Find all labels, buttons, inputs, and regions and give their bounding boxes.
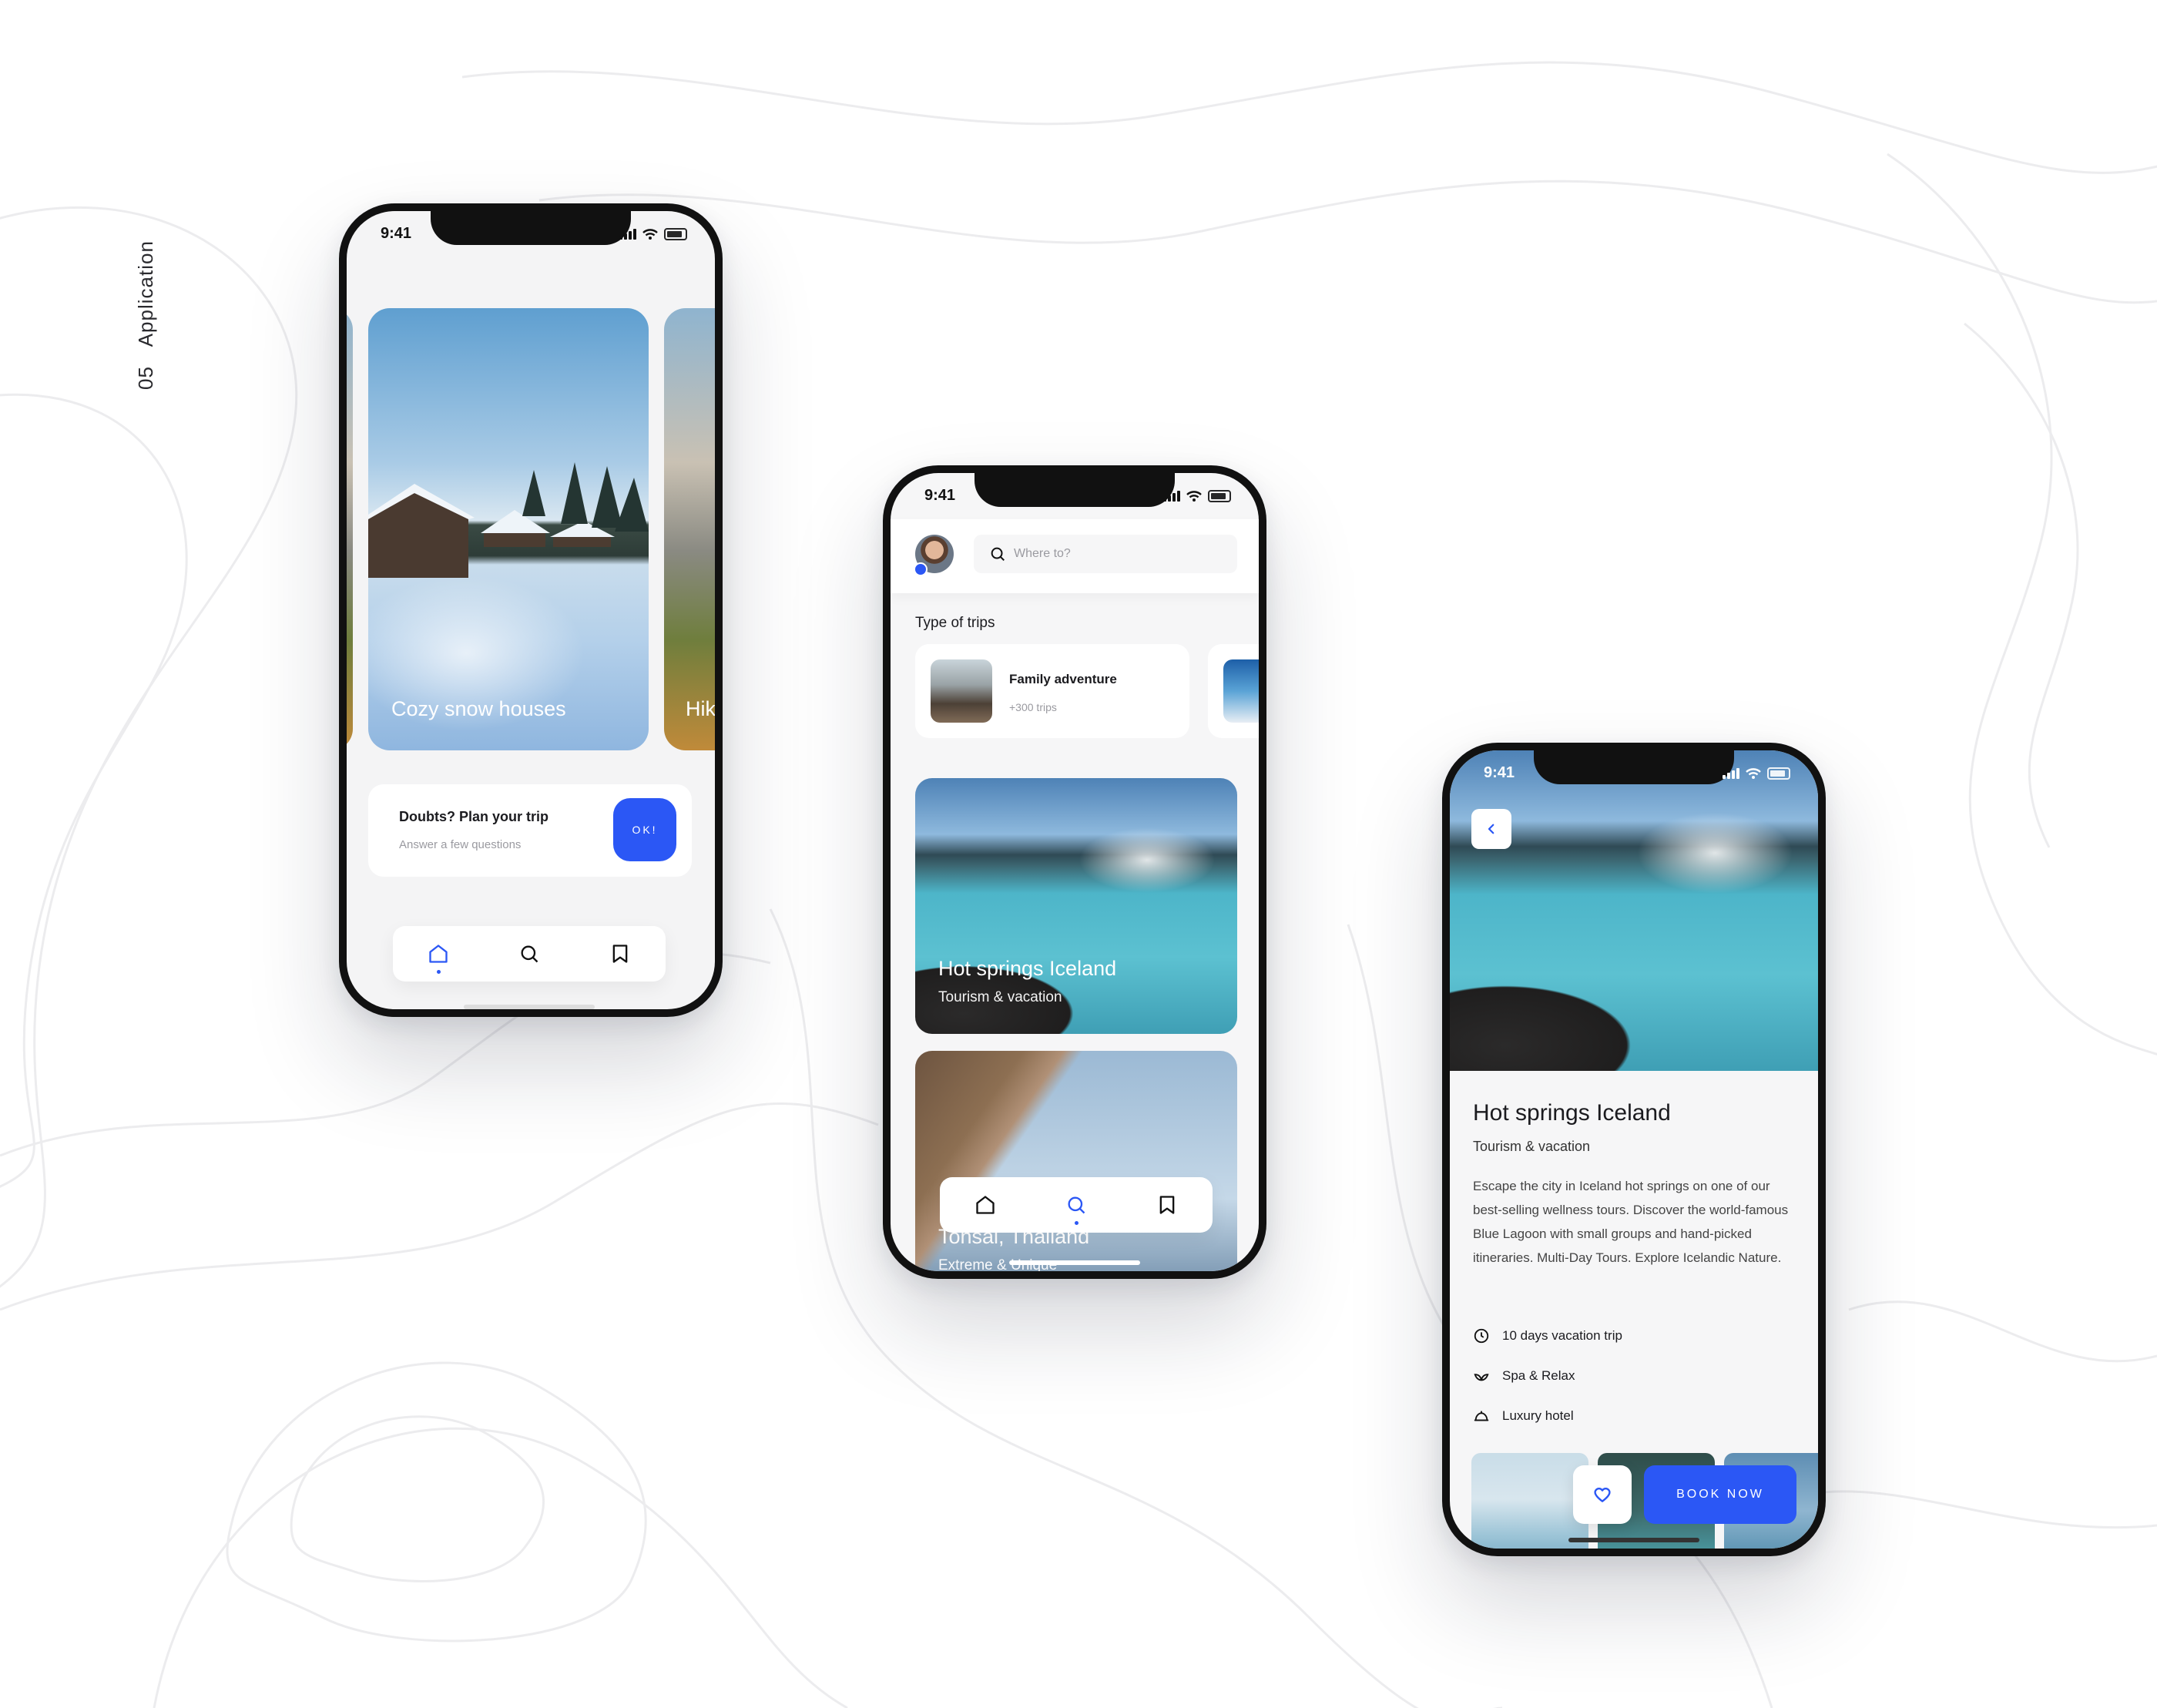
tab-search[interactable] xyxy=(1055,1183,1098,1226)
feature-item: Luxury hotel xyxy=(1473,1396,1796,1436)
back-button[interactable] xyxy=(1471,809,1511,849)
phone-search: 9:41 Where to? Type of trips Family adve… xyxy=(883,465,1266,1279)
spa-leaf-icon xyxy=(1474,1374,1489,1381)
wifi-icon xyxy=(1186,491,1202,502)
home-indicator xyxy=(1009,1260,1140,1265)
battery-icon xyxy=(1208,490,1231,502)
phone-detail-screen: 9:41 Hot springs Iceland Tourism & vacat… xyxy=(1450,750,1818,1549)
destination-card-thailand[interactable]: Tonsai, Thailand Extreme & Unique xyxy=(915,1051,1237,1271)
feature-item: 10 days vacation trip xyxy=(1473,1316,1796,1356)
snow-house-illustration xyxy=(368,462,649,578)
clock-icon xyxy=(1474,1328,1489,1344)
section-number: 05 xyxy=(134,366,157,390)
tab-bookmarks[interactable] xyxy=(1146,1183,1189,1226)
tab-home[interactable] xyxy=(417,932,460,975)
carousel-card-snow[interactable]: Cozy snow houses xyxy=(368,308,649,750)
trip-type-thumbnail xyxy=(1223,659,1259,723)
bookmark-icon xyxy=(612,945,628,963)
search-bar[interactable]: Where to? xyxy=(974,535,1237,573)
home-indicator xyxy=(464,1005,595,1009)
detail-title: Hot springs Iceland xyxy=(1473,1100,1671,1126)
section-title: Application xyxy=(134,240,157,347)
plan-trip-subtitle: Answer a few questions xyxy=(399,838,522,851)
plan-trip-card: Doubts? Plan your trip Answer a few ques… xyxy=(368,784,692,877)
home-icon xyxy=(429,945,448,963)
carousel-card-previous[interactable] xyxy=(347,308,353,750)
feature-list: 10 days vacation trip Spa & Relax Luxury… xyxy=(1473,1316,1796,1436)
wifi-icon xyxy=(1746,768,1761,779)
detail-description: Escape the city in Iceland hot springs o… xyxy=(1473,1179,1789,1265)
feature-label: Spa & Relax xyxy=(1502,1368,1575,1383)
detail-subtitle: Tourism & vacation xyxy=(1473,1139,1591,1154)
signal-icon xyxy=(1163,491,1180,502)
active-tab-dot xyxy=(436,970,441,974)
wifi-icon xyxy=(642,229,658,240)
search-icon xyxy=(1068,1196,1085,1214)
phone-home-screen: 9:41 Cozy snow houses Hik Doubts? Plan y… xyxy=(347,211,715,1009)
status-time: 9:41 xyxy=(1484,764,1515,781)
trip-type-title: Family adventure xyxy=(1009,672,1117,686)
trip-type-count: +300 trips xyxy=(1009,701,1057,713)
tab-home[interactable] xyxy=(964,1183,1007,1226)
active-tab-dot xyxy=(1074,1221,1078,1225)
status-bar: 9:41 xyxy=(891,487,1259,510)
status-time: 9:41 xyxy=(924,487,956,504)
search-icon xyxy=(991,547,1005,561)
battery-icon xyxy=(664,228,687,240)
tab-bookmarks[interactable] xyxy=(599,932,642,975)
hotel-bell-icon xyxy=(1474,1411,1489,1421)
home-icon xyxy=(976,1196,995,1214)
bottom-tab-bar xyxy=(393,926,666,982)
tab-search[interactable] xyxy=(508,932,551,975)
battery-icon xyxy=(1767,767,1790,780)
trip-types-heading: Type of trips xyxy=(915,615,995,631)
status-time: 9:41 xyxy=(381,225,412,242)
favorite-button[interactable] xyxy=(1573,1465,1632,1524)
search-header: Where to? xyxy=(891,519,1259,593)
carousel-card-title: Hik xyxy=(686,697,715,720)
carousel-card-hiking[interactable]: Hik xyxy=(664,308,715,750)
phone-detail: 9:41 Hot springs Iceland Tourism & vacat… xyxy=(1442,743,1826,1556)
trip-type-card-next[interactable] xyxy=(1208,644,1259,738)
plan-ok-button[interactable]: OK! xyxy=(613,798,676,861)
gallery-thumbnail[interactable] xyxy=(1471,1453,1588,1549)
status-bar: 9:41 xyxy=(347,225,715,248)
heart-icon xyxy=(1594,1487,1611,1502)
feature-item: Spa & Relax xyxy=(1473,1356,1796,1396)
search-input[interactable]: Where to? xyxy=(1014,547,1071,561)
chevron-left-icon xyxy=(1488,824,1494,834)
signal-icon xyxy=(1723,768,1739,779)
bottom-tab-bar xyxy=(940,1177,1213,1233)
detail-hero-image xyxy=(1450,750,1818,1071)
feature-label: 10 days vacation trip xyxy=(1502,1328,1622,1343)
destination-card-iceland[interactable]: Hot springs Iceland Tourism & vacation xyxy=(915,778,1237,1034)
phone-home: 9:41 Cozy snow houses Hik Doubts? Plan y… xyxy=(339,203,723,1017)
phone-search-screen: 9:41 Where to? Type of trips Family adve… xyxy=(891,473,1259,1271)
search-icon xyxy=(521,945,538,963)
avatar-online-dot xyxy=(914,562,928,576)
book-now-button[interactable]: BOOK NOW xyxy=(1644,1465,1796,1524)
feature-label: Luxury hotel xyxy=(1502,1408,1574,1423)
bookmark-icon xyxy=(1159,1196,1175,1214)
trip-type-card[interactable]: Family adventure +300 trips xyxy=(915,644,1189,738)
home-indicator xyxy=(1568,1538,1699,1542)
destination-title: Hot springs Iceland xyxy=(938,957,1117,980)
destination-subtitle: Tourism & vacation xyxy=(938,989,1062,1005)
carousel-card-title: Cozy snow houses xyxy=(391,697,566,720)
signal-icon xyxy=(619,229,636,240)
status-bar: 9:41 xyxy=(1450,764,1818,787)
section-label: 05 Application xyxy=(112,231,159,401)
trip-type-thumbnail xyxy=(931,659,992,723)
plan-trip-title: Doubts? Plan your trip xyxy=(399,809,549,824)
